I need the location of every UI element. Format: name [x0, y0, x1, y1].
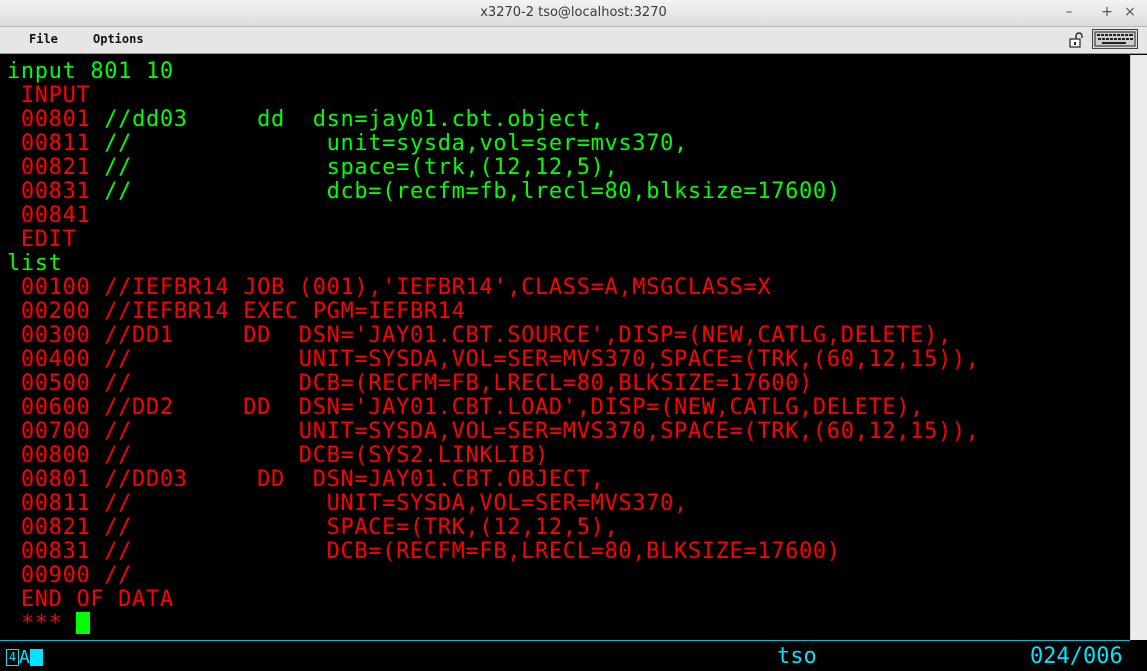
terminal-line: EDIT: [7, 228, 76, 252]
terminal-line: 00100 //IEFBR14 JOB (001),'IEFBR14',CLAS…: [7, 276, 771, 300]
terminal-window: x3270-2 tso@localhost:3270 – + × File Op…: [0, 0, 1147, 671]
terminal-text: 00801: [7, 107, 105, 132]
terminal-text: 00400 // UNIT=SYSDA,VOL=SER=MVS370,SPACE…: [7, 347, 980, 372]
terminal-text: 00811: [7, 131, 105, 156]
terminal-text: EDIT: [7, 227, 77, 252]
terminal-line: 00600 //DD2 DD DSN='JAY01.CBT.LOAD',DISP…: [7, 396, 924, 420]
close-button[interactable]: ×: [1120, 3, 1140, 21]
terminal-line: 00801 //dd03 dd dsn=jay01.cbt.object,: [7, 108, 605, 132]
status-cursor: [29, 649, 43, 666]
terminal-line: END OF DATA: [7, 588, 174, 612]
terminal-text: 00700 // UNIT=SYSDA,VOL=SER=MVS370,SPACE…: [7, 419, 980, 444]
terminal-line: 00821 // space=(trk,(12,12,5),: [7, 156, 618, 180]
terminal-text: 00801 //DD03 DD DSN=JAY01.CBT.OBJECT,: [7, 467, 605, 492]
title-bar: x3270-2 tso@localhost:3270 – + ×: [0, 0, 1147, 27]
terminal-line: 00841: [7, 204, 90, 228]
terminal-text: 00841: [7, 203, 91, 228]
terminal-text: 00100 //IEFBR14 JOB (001),'IEFBR14',CLAS…: [7, 275, 772, 300]
terminal-line: 00300 //DD1 DD DSN='JAY01.CBT.SOURCE',DI…: [7, 324, 952, 348]
menu-file[interactable]: File: [29, 32, 58, 46]
keyboard-icon[interactable]: [1092, 29, 1138, 49]
terminal-line: ***: [7, 611, 91, 636]
terminal-line: 00801 //DD03 DD DSN=JAY01.CBT.OBJECT,: [7, 468, 605, 492]
terminal-line: 00400 // UNIT=SYSDA,VOL=SER=MVS370,SPACE…: [7, 348, 980, 372]
terminal-line: 00500 // DCB=(RECFM=FB,LRECL=80,BLKSIZE=…: [7, 372, 813, 396]
terminal-text: list: [7, 251, 63, 276]
mode-indicator: A: [19, 647, 30, 668]
terminal-line: 00821 // SPACE=(TRK,(12,12,5),: [7, 516, 618, 540]
cursor-position: 024/006: [1030, 644, 1123, 669]
terminal-text: 00831: [7, 179, 105, 204]
terminal-text: 00500 // DCB=(RECFM=FB,LRECL=80,BLKSIZE=…: [7, 371, 813, 396]
status-line: 4A tso 024/006: [0, 641, 1130, 671]
menu-bar: File Options: [0, 27, 1147, 54]
terminal-line: 00811 // unit=sysda,vol=ser=mvs370,: [7, 132, 688, 156]
window-title: x3270-2 tso@localhost:3270: [480, 5, 667, 20]
terminal-line: 00900 //: [7, 564, 132, 588]
connection-indicator: 4: [6, 649, 19, 666]
terminal-line: list: [7, 252, 63, 276]
terminal-line: 00200 //IEFBR14 EXEC PGM=IEFBR14: [7, 300, 466, 324]
terminal-text: 00800 // DCB=(SYS2.LINKLIB): [7, 443, 549, 468]
terminal-text: END OF DATA: [7, 587, 174, 612]
terminal-line: 00831 // DCB=(RECFM=FB,LRECL=80,BLKSIZE=…: [7, 540, 841, 564]
terminal-text: 00821: [7, 155, 105, 180]
terminal-text: 00900 //: [7, 563, 133, 588]
terminal-text: // unit=sysda,vol=ser=mvs370,: [104, 131, 688, 156]
terminal-line: INPUT: [7, 84, 90, 108]
host-label: tso: [777, 644, 817, 669]
terminal-line: 00700 // UNIT=SYSDA,VOL=SER=MVS370,SPACE…: [7, 420, 980, 444]
lock-icon[interactable]: [1068, 32, 1084, 48]
terminal-text: //dd03 dd dsn=jay01.cbt.object,: [104, 107, 605, 132]
terminal-text: // dcb=(recfm=fb,lrecl=80,blksize=17600): [104, 179, 841, 204]
terminal-line: 00800 // DCB=(SYS2.LINKLIB): [7, 444, 549, 468]
terminal-line: 00811 // UNIT=SYSDA,VOL=SER=MVS370,: [7, 492, 688, 516]
terminal-line: 00831 // dcb=(recfm=fb,lrecl=80,blksize=…: [7, 180, 841, 204]
terminal-text: 00300 //DD1 DD DSN='JAY01.CBT.SOURCE',DI…: [7, 323, 952, 348]
text-cursor: [76, 612, 91, 634]
minimize-button[interactable]: –: [1059, 3, 1079, 21]
terminal-screen[interactable]: input 801 10 INPUT 00801 //dd03 dd dsn=j…: [0, 55, 1130, 640]
terminal-text: 00811 // UNIT=SYSDA,VOL=SER=MVS370,: [7, 491, 688, 516]
terminal-text: input 801 10: [7, 59, 174, 84]
terminal-text: 00821 // SPACE=(TRK,(12,12,5),: [7, 515, 619, 540]
vertical-scrollbar[interactable]: [1130, 55, 1147, 640]
terminal-text: 00200 //IEFBR14 EXEC PGM=IEFBR14: [7, 299, 466, 324]
terminal-text: ***: [7, 611, 77, 636]
terminal-line: input 801 10: [7, 60, 174, 84]
terminal-text: INPUT: [7, 83, 91, 108]
maximize-button[interactable]: +: [1097, 3, 1117, 21]
terminal-text: 00831 // DCB=(RECFM=FB,LRECL=80,BLKSIZE=…: [7, 539, 841, 564]
terminal-text: 00600 //DD2 DD DSN='JAY01.CBT.LOAD',DISP…: [7, 395, 925, 420]
menu-options[interactable]: Options: [93, 32, 144, 46]
terminal-text: // space=(trk,(12,12,5),: [104, 155, 619, 180]
